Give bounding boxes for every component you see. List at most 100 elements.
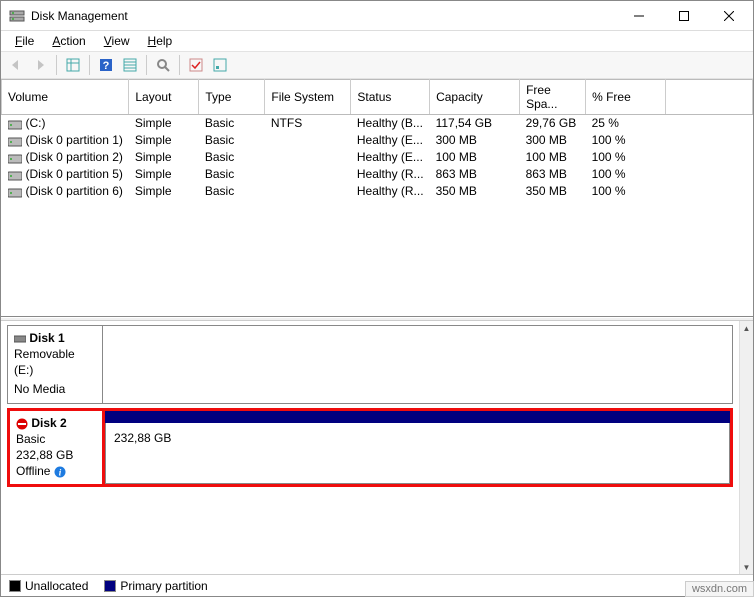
volume-icon xyxy=(8,187,22,197)
help-button[interactable]: ? xyxy=(95,54,117,76)
volume-name: (Disk 0 partition 5) xyxy=(26,167,123,181)
toolbar-separator xyxy=(89,55,90,75)
col-spacer xyxy=(666,80,753,115)
volume-type: Basic xyxy=(199,149,265,166)
volume-free: 350 MB xyxy=(520,183,586,200)
col-layout[interactable]: Layout xyxy=(129,80,199,115)
volume-free: 100 MB xyxy=(520,149,586,166)
volume-type: Basic xyxy=(199,115,265,132)
scroll-down-icon[interactable]: ▼ xyxy=(740,560,753,574)
toolbar-separator xyxy=(146,55,147,75)
menu-action[interactable]: Action xyxy=(44,32,93,50)
volume-type: Basic xyxy=(199,132,265,149)
volume-name: (C:) xyxy=(26,116,46,130)
volume-pct: 100 % xyxy=(586,166,666,183)
volume-row[interactable]: (C:)SimpleBasicNTFSHealthy (B...117,54 G… xyxy=(2,115,753,132)
disk2-size: 232,88 GB xyxy=(16,448,73,462)
volume-capacity: 350 MB xyxy=(430,183,520,200)
volume-free: 300 MB xyxy=(520,132,586,149)
col-type[interactable]: Type xyxy=(199,80,265,115)
volume-icon xyxy=(8,153,22,163)
volume-fs xyxy=(265,132,351,149)
volume-fs xyxy=(265,166,351,183)
col-capacity[interactable]: Capacity xyxy=(430,80,520,115)
toolbar: ? xyxy=(1,51,753,79)
refresh-button[interactable] xyxy=(152,54,174,76)
volume-free: 29,76 GB xyxy=(520,115,586,132)
volume-pct: 100 % xyxy=(586,132,666,149)
volume-layout: Simple xyxy=(129,132,199,149)
legend-unallocated: Unallocated xyxy=(9,579,88,593)
menu-file[interactable]: File xyxy=(7,32,42,50)
col-pctfree[interactable]: % Free xyxy=(586,80,666,115)
toolbar-separator xyxy=(179,55,180,75)
disk1-header: Disk 1 Removable (E:) No Media xyxy=(8,326,103,403)
volume-status: Healthy (R... xyxy=(351,183,430,200)
volume-status: Healthy (E... xyxy=(351,149,430,166)
check-button[interactable] xyxy=(185,54,207,76)
volume-capacity: 100 MB xyxy=(430,149,520,166)
volume-fs: NTFS xyxy=(265,115,351,132)
volume-fs xyxy=(265,183,351,200)
menu-help[interactable]: Help xyxy=(140,32,181,50)
volume-capacity: 300 MB xyxy=(430,132,520,149)
col-status[interactable]: Status xyxy=(351,80,430,115)
manage-button[interactable] xyxy=(209,54,231,76)
watermark: wsxdn.com xyxy=(685,581,754,597)
disk-icon xyxy=(14,333,26,345)
disk2-state: Offline xyxy=(16,464,50,478)
partition-label[interactable]: 232,88 GB xyxy=(105,423,730,484)
volume-name: (Disk 0 partition 6) xyxy=(26,184,123,198)
close-button[interactable] xyxy=(706,1,751,30)
menu-view[interactable]: View xyxy=(96,32,138,50)
legend-primary: Primary partition xyxy=(104,579,207,593)
disk1-body[interactable] xyxy=(103,326,732,403)
forward-button[interactable] xyxy=(29,54,51,76)
disk1-row[interactable]: Disk 1 Removable (E:) No Media xyxy=(7,325,733,404)
volume-row[interactable]: (Disk 0 partition 6) SimpleBasic Healthy (… xyxy=(2,183,753,200)
volume-row[interactable]: (Disk 0 partition 2)SimpleBasicHealthy (… xyxy=(2,149,753,166)
volume-list[interactable]: Volume Layout Type File System Status Ca… xyxy=(1,79,753,317)
col-volume[interactable]: Volume xyxy=(2,80,129,115)
volume-pct: 100 % xyxy=(586,183,666,200)
volume-type: Basic xyxy=(199,166,265,183)
volume-type: Basic xyxy=(199,183,265,200)
settings-grid-button[interactable] xyxy=(62,54,84,76)
disk2-type: Basic xyxy=(16,432,45,446)
disk-list-button[interactable] xyxy=(119,54,141,76)
error-icon xyxy=(16,418,28,430)
disk2-header: Disk 2 Basic 232,88 GB Offline i xyxy=(10,411,105,484)
disk2-name: Disk 2 xyxy=(31,416,66,430)
volume-name: (Disk 0 partition 1) xyxy=(26,133,123,147)
svg-text:?: ? xyxy=(103,60,110,72)
volume-capacity: 117,54 GB xyxy=(430,115,520,132)
app-icon xyxy=(9,8,25,24)
disk2-row[interactable]: Disk 2 Basic 232,88 GB Offline i 232,88 … xyxy=(7,408,733,487)
column-headers[interactable]: Volume Layout Type File System Status Ca… xyxy=(2,80,753,115)
volume-capacity: 863 MB xyxy=(430,166,520,183)
volume-pct: 25 % xyxy=(586,115,666,132)
scroll-up-icon[interactable]: ▲ xyxy=(740,321,753,335)
col-free[interactable]: Free Spa... xyxy=(520,80,586,115)
disk2-body[interactable]: 232,88 GB xyxy=(105,411,730,484)
volume-row[interactable]: (Disk 0 partition 1) SimpleBasic Healthy (… xyxy=(2,132,753,149)
maximize-button[interactable] xyxy=(661,1,706,30)
volume-free: 863 MB xyxy=(520,166,586,183)
volume-icon xyxy=(8,119,22,129)
back-button[interactable] xyxy=(5,54,27,76)
minimize-button[interactable] xyxy=(616,1,661,30)
volume-row[interactable]: (Disk 0 partition 5)SimpleBasicHealthy (… xyxy=(2,166,753,183)
volume-status: Healthy (B... xyxy=(351,115,430,132)
volume-status: Healthy (E... xyxy=(351,132,430,149)
disk1-name: Disk 1 xyxy=(29,331,64,345)
volume-layout: Simple xyxy=(129,183,199,200)
vertical-scrollbar[interactable]: ▲ ▼ xyxy=(739,321,753,574)
volume-pct: 100 % xyxy=(586,149,666,166)
col-fs[interactable]: File System xyxy=(265,80,351,115)
disk-map-pane: Disk 1 Removable (E:) No Media Disk 2 Ba… xyxy=(1,321,753,574)
title-bar: Disk Management xyxy=(1,1,753,31)
window-title: Disk Management xyxy=(31,9,616,23)
legend: Unallocated Primary partition xyxy=(1,574,753,596)
info-icon[interactable]: i xyxy=(54,466,66,478)
disk1-type: Removable (E:) xyxy=(14,347,75,377)
